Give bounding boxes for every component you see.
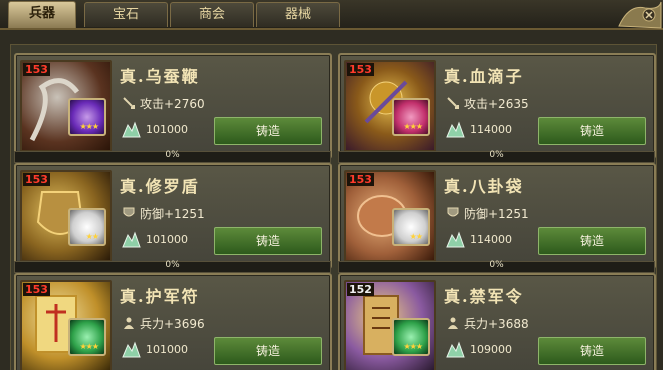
forge-window: 兵器 宝石 商会 器械 153 ★★★ 真.乌蚕鞭 攻击+2760 101000… xyxy=(0,0,663,370)
forge-progress-bar: 0% xyxy=(338,150,655,163)
item-name: 真.乌蚕鞭 xyxy=(120,67,200,86)
item-image-whip[interactable]: 153 ★★★ xyxy=(20,60,112,152)
item-name: 真.修罗盾 xyxy=(120,177,200,196)
item-card: 153 ★★★ 真.乌蚕鞭 攻击+2760 101000 铸造 xyxy=(14,53,332,159)
star-rating: ★★★ xyxy=(403,122,422,131)
item-name: 真.血滴子 xyxy=(444,67,524,86)
gem-slot-white[interactable]: ★★ xyxy=(392,208,430,246)
item-name: 真.护军符 xyxy=(120,287,200,306)
item-name: 真.八卦袋 xyxy=(444,177,524,196)
defense-icon xyxy=(447,207,459,217)
jade-resource-icon xyxy=(446,121,465,138)
item-image-imperial-token[interactable]: 152 ★★★ xyxy=(344,280,436,370)
star-rating: ★★★ xyxy=(79,122,98,131)
forge-cost: 101000 xyxy=(146,123,188,136)
item-image-blood-drop[interactable]: 153 ★★★ xyxy=(344,60,436,152)
tab-gems[interactable]: 宝石 xyxy=(84,2,168,27)
forge-button[interactable]: 铸造 xyxy=(214,227,322,255)
attack-icon xyxy=(447,97,459,109)
item-name: 真.禁军令 xyxy=(444,287,524,306)
jade-resource-icon xyxy=(122,121,141,138)
gem-slot-green[interactable]: ★★★ xyxy=(68,318,106,356)
gem-slot-pink[interactable]: ★★★ xyxy=(392,98,430,136)
forge-progress-bar: 0% xyxy=(14,260,331,273)
level-badge: 153 xyxy=(23,283,50,296)
forge-button[interactable]: 铸造 xyxy=(214,117,322,145)
item-list-panel: 153 ★★★ 真.乌蚕鞭 攻击+2760 101000 铸造 0% 153 ★… xyxy=(10,44,657,370)
forge-button[interactable]: 铸造 xyxy=(214,337,322,365)
level-badge: 153 xyxy=(23,63,50,76)
tab-guild-shop[interactable]: 商会 xyxy=(170,2,254,27)
level-badge: 153 xyxy=(347,63,374,76)
progress-percent: 0% xyxy=(165,260,180,270)
item-card: 153 ★★★ 真.血滴子 攻击+2635 114000 铸造 xyxy=(338,53,656,159)
item-card: 153 ★★ 真.八卦袋 防御+1251 114000 铸造 xyxy=(338,163,656,269)
stat-bonus: 攻击+2635 xyxy=(464,97,529,111)
star-rating: ★★ xyxy=(409,232,423,241)
forge-cost: 109000 xyxy=(470,343,512,356)
gem-slot-purple[interactable]: ★★★ xyxy=(68,98,106,136)
jade-resource-icon xyxy=(446,231,465,248)
item-card: 153 ★★ 真.修罗盾 防御+1251 101000 铸造 xyxy=(14,163,332,269)
star-rating: ★★★ xyxy=(403,342,422,351)
gem-slot-white[interactable]: ★★ xyxy=(68,208,106,246)
forge-button[interactable]: 铸造 xyxy=(538,117,646,145)
forge-progress-bar: 0% xyxy=(14,150,331,163)
close-ornament-icon[interactable] xyxy=(615,0,663,30)
item-image-shield[interactable]: 153 ★★ xyxy=(20,170,112,262)
jade-resource-icon xyxy=(122,231,141,248)
progress-percent: 0% xyxy=(165,150,180,160)
stat-bonus: 防御+1251 xyxy=(464,207,529,221)
progress-percent: 0% xyxy=(489,150,504,160)
troops-icon xyxy=(124,317,134,329)
forge-cost: 101000 xyxy=(146,233,188,246)
level-badge: 152 xyxy=(347,283,374,296)
tab-machinery[interactable]: 器械 xyxy=(256,2,340,27)
jade-resource-icon xyxy=(446,341,465,358)
progress-percent: 0% xyxy=(489,260,504,270)
level-badge: 153 xyxy=(23,173,50,186)
jade-resource-icon xyxy=(122,341,141,358)
forge-cost: 114000 xyxy=(470,123,512,136)
defense-icon xyxy=(123,207,135,217)
stat-bonus: 兵力+3688 xyxy=(464,317,529,331)
forge-button[interactable]: 铸造 xyxy=(538,337,646,365)
stat-bonus: 兵力+3696 xyxy=(140,317,205,331)
forge-cost: 101000 xyxy=(146,343,188,356)
item-image-bagua-bag[interactable]: 153 ★★ xyxy=(344,170,436,262)
attack-icon xyxy=(123,97,135,109)
star-rating: ★★ xyxy=(85,232,99,241)
forge-progress-bar: 0% xyxy=(338,260,655,273)
forge-cost: 114000 xyxy=(470,233,512,246)
star-rating: ★★★ xyxy=(79,342,98,351)
tab-weapons[interactable]: 兵器 xyxy=(8,1,76,28)
item-card: 152 ★★★ 真.禁军令 兵力+3688 109000 铸造 xyxy=(338,273,656,370)
stat-bonus: 防御+1251 xyxy=(140,207,205,221)
item-card: 153 ★★★ 真.护军符 兵力+3696 101000 铸造 xyxy=(14,273,332,370)
gem-slot-green[interactable]: ★★★ xyxy=(392,318,430,356)
tab-bar: 兵器 宝石 商会 器械 xyxy=(0,0,663,30)
level-badge: 153 xyxy=(347,173,374,186)
forge-button[interactable]: 铸造 xyxy=(538,227,646,255)
troops-icon xyxy=(448,317,458,329)
item-image-talisman[interactable]: 153 ★★★ xyxy=(20,280,112,370)
stat-bonus: 攻击+2760 xyxy=(140,97,205,111)
